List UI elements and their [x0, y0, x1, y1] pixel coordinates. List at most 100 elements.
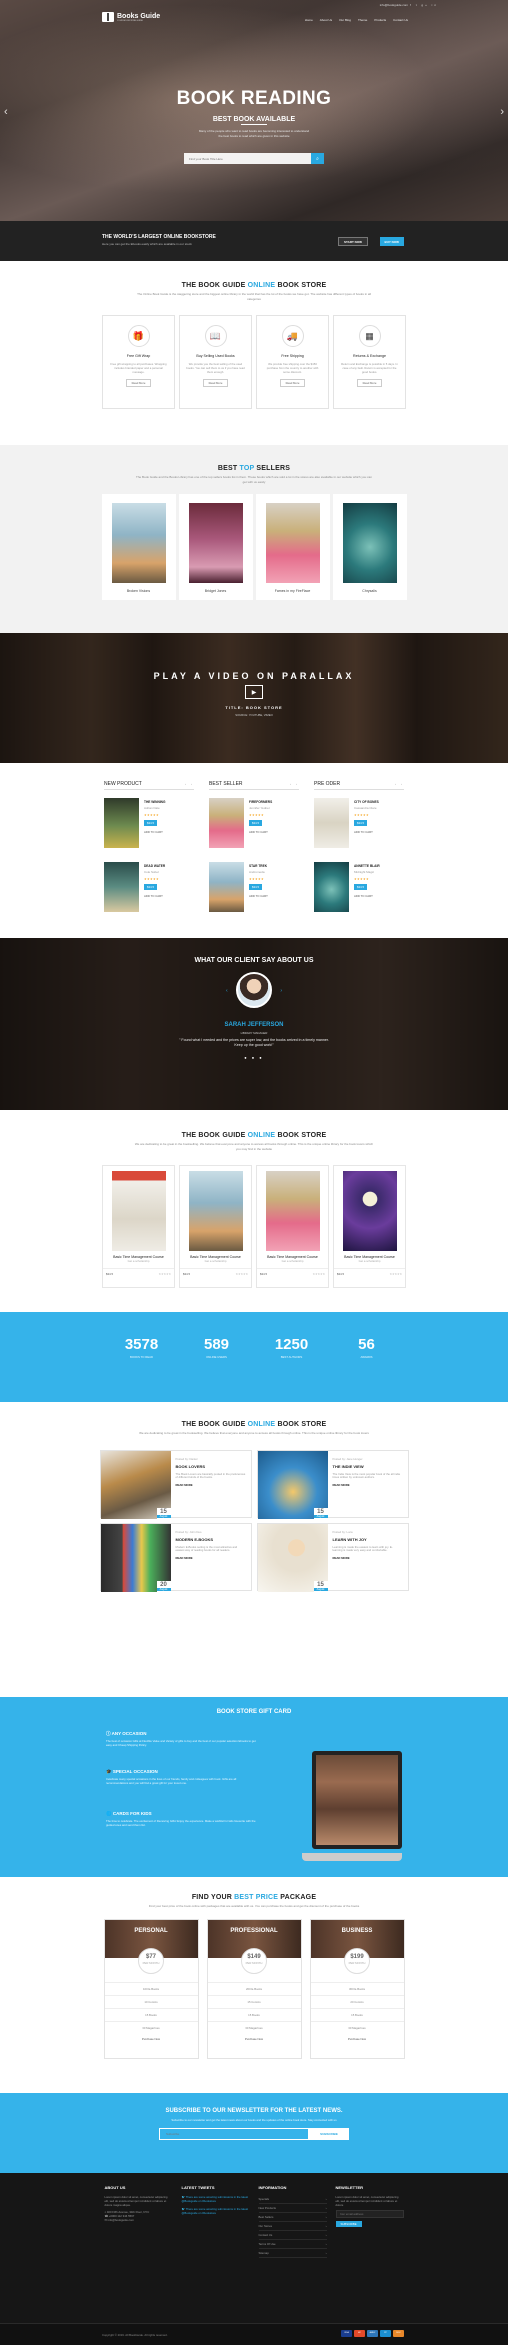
book-card[interactable]: Bridget Jones	[178, 494, 253, 600]
start-now-button[interactable]: START NOW	[338, 237, 368, 246]
testimonial-prev-icon[interactable]: ‹	[226, 988, 228, 994]
book-cover	[314, 798, 349, 848]
blog-post[interactable]: 15 August Posted by: Luca LEARN WITH JOY Lea…	[256, 1522, 409, 1592]
testimonial-next-icon[interactable]: ›	[280, 988, 282, 994]
read-more-link[interactable]: READ MORE	[176, 1483, 246, 1487]
book-card[interactable]: Chrysalis	[332, 494, 407, 600]
course-price: $34.5	[260, 1272, 267, 1277]
newsletter-title: SUBSCRIBE TO OUR NEWSLETTER FOR THE LATE…	[165, 2108, 343, 2114]
add-to-cart-button[interactable]: ADD TO CART	[354, 830, 379, 834]
read-more-button[interactable]: Read More	[356, 379, 383, 387]
search-input[interactable]	[184, 153, 311, 164]
plan-feature: 300 E-Books	[310, 1981, 404, 1995]
read-more-button[interactable]: Read More	[202, 379, 229, 387]
plan-feature: 15 Comics	[207, 1994, 301, 2008]
book-cover	[342, 503, 397, 583]
nav-item-about[interactable]: About Us	[320, 18, 332, 22]
footer-link[interactable]: Terms Of Use ›	[258, 2240, 327, 2249]
add-to-cart-button[interactable]: ADD TO CART	[249, 894, 268, 898]
course-card[interactable]: Basic Time Management Course Get a schola…	[102, 1165, 175, 1288]
search-button[interactable]: ⌕	[311, 153, 324, 164]
product-column: PRE ODER ‹ › CITY OF BONES Cassandra Clare…	[314, 781, 404, 918]
book-cover	[209, 862, 244, 912]
carousel-arrows-icon[interactable]: ‹ ›	[185, 782, 194, 786]
client-name: SARAH JEFFERSON	[224, 1022, 284, 1028]
purchase-button[interactable]: Purchase Now	[311, 2034, 404, 2041]
add-to-cart-button[interactable]: ADD TO CART	[249, 830, 272, 834]
purchase-button[interactable]: Purchase Now	[208, 2034, 301, 2041]
nav-item-home[interactable]: Home	[305, 18, 313, 22]
gift-icon: 🎁	[127, 325, 150, 347]
carousel-arrows-icon[interactable]: ‹ ›	[395, 782, 404, 786]
read-more-link[interactable]: READ MORE	[333, 1556, 403, 1560]
nav-item-blog[interactable]: Our Blog	[339, 18, 351, 22]
newsletter-email-input[interactable]	[159, 2128, 309, 2140]
blog-post[interactable]: 15 August Posted by: Daniel BOOK LOVERS The …	[99, 1449, 252, 1519]
paypal-icon: PP	[380, 2330, 391, 2337]
carousel-arrows-icon[interactable]: ‹ ›	[290, 782, 299, 786]
footer-link[interactable]: Specials ›	[258, 2195, 327, 2204]
nav-item-contact[interactable]: Contact Us	[393, 18, 408, 22]
footer-link[interactable]: New Products ›	[258, 2204, 327, 2213]
carousel-dots[interactable]: ● ● ●	[0, 1055, 508, 1060]
courses-desc: We are dedicating to be great in the boo…	[134, 1142, 374, 1151]
product-item[interactable]: THE WINNING Adrian Dale ★★★★★ $34.5 ADD TO C…	[104, 798, 194, 854]
product-author: Cassandra Clare	[354, 806, 377, 810]
add-to-cart-button[interactable]: ADD TO CART	[144, 830, 165, 834]
course-price: $34.5	[337, 1272, 344, 1277]
footer-newsletter-text: Lorem ipsum dolor sit amet, consectetur …	[335, 2195, 399, 2207]
tweet-item[interactable]: 🐦 There are some amazing submissions in …	[182, 2195, 250, 2203]
product-item[interactable]: CITY OF BONES Cassandra Clare ★★★★★ $34.5 AD…	[314, 798, 404, 854]
post-text: The Book Lovers are basically pooled in …	[175, 1471, 246, 1480]
footer-subscribe-button[interactable]: SUBSCRIBE	[335, 2221, 362, 2227]
footer-link[interactable]: Our Stores ›	[258, 2222, 327, 2231]
read-more-link[interactable]: READ MORE	[333, 1483, 403, 1487]
price-badge: $34.5	[144, 820, 157, 826]
nav-item-products[interactable]: Products	[374, 18, 386, 22]
blog-post[interactable]: 20 August Posted by: John Deo MODERN E-BOOK…	[99, 1522, 252, 1592]
site-logo[interactable]: Books Guide YOUR BOOKSTORE GUIDE	[102, 12, 160, 22]
product-item[interactable]: STAR TREK Andromeda ★★★★★ $34.5 ADD TO CART	[209, 862, 299, 918]
add-to-cart-button[interactable]: ADD TO CART	[144, 894, 165, 898]
product-author: Midnight Magic	[354, 870, 375, 874]
post-image: 20 August	[100, 1523, 171, 1592]
purchase-button[interactable]: Purchase Now	[105, 2034, 198, 2041]
book-cover	[265, 1171, 320, 1251]
footer-link[interactable]: Best Sellers ›	[258, 2213, 327, 2222]
product-item[interactable]: ANNETTE BLAIR Midnight Magic ★★★★★ $34.5 ADD…	[314, 862, 404, 918]
post-text: Learning is made the easiest to learn wi…	[332, 1544, 393, 1553]
service-title: Returns & Exchange	[353, 354, 386, 358]
nav-item-theme[interactable]: Theme	[358, 18, 367, 22]
product-name: DEAD WATER	[144, 864, 166, 868]
subscribe-button[interactable]: SUBSCRIBE	[309, 2128, 349, 2140]
service-card: 📖 Buy Selling Used Books We provide you th…	[179, 315, 252, 409]
play-button[interactable]: ▶	[245, 685, 263, 699]
footer-link[interactable]: Contact Us ›	[258, 2231, 327, 2240]
product-item[interactable]: DEAD WATER Cole Sobel ★★★★★ $34.5 ADD TO CAR…	[104, 862, 194, 918]
blog-post[interactable]: 15 August Posted by: Jane Hunger THE INDIE …	[256, 1449, 409, 1519]
footer-email-input[interactable]	[335, 2210, 404, 2218]
read-more-link[interactable]: READ MORE	[176, 1556, 246, 1560]
plan-feature: 15 Books	[310, 2007, 404, 2021]
product-item[interactable]: FIREFORMERS Jennifer Yedner ★★★★★ $34.5 ADD …	[209, 798, 299, 854]
tweet-item[interactable]: 🐦 There are some amazing submissions in …	[182, 2207, 250, 2215]
book-card[interactable]: Broken Visions	[101, 494, 176, 600]
star-rating: ★★★★★	[235, 1272, 248, 1277]
post-image: 15 August	[257, 1523, 328, 1592]
social-icons[interactable]: f t g+ in	[410, 3, 438, 7]
course-card[interactable]: Basic Time Management Course Get a schola…	[179, 1165, 252, 1288]
topbar-email[interactable]: info@bookguide.com	[380, 3, 408, 7]
pricing-plan-personal: PERSONAL $77 PER MONTH 100 E-Books 10 Comics…	[103, 1918, 199, 2059]
footer-email[interactable]: ✉ info@bookguide.com	[105, 2218, 173, 2222]
course-card[interactable]: Basic Time Management Course Get a schola…	[256, 1165, 329, 1288]
buy-now-button[interactable]: BUY NOW	[379, 237, 404, 246]
book-card[interactable]: Fames in my FireFlace	[255, 494, 330, 600]
footer-link[interactable]: Sitemap ›	[258, 2249, 327, 2258]
course-card[interactable]: Basic Time Management Course Get a schola…	[333, 1165, 406, 1288]
add-to-cart-button[interactable]: ADD TO CART	[354, 894, 380, 898]
read-more-button[interactable]: Read More	[125, 379, 152, 387]
cta-text: Here you can get the Ebooks easily which…	[102, 242, 192, 246]
star-rating: ★★★★★	[354, 813, 369, 817]
footer-heading: LATEST TWEETS	[181, 2185, 215, 2190]
read-more-button[interactable]: Read More	[279, 379, 306, 387]
